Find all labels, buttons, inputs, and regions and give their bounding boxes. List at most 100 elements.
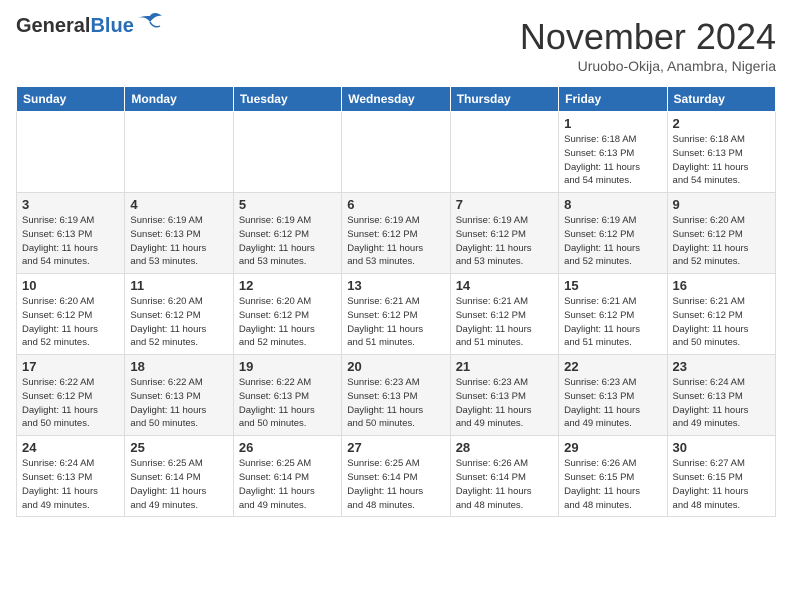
day-info: Sunrise: 6:26 AM Sunset: 6:15 PM Dayligh… (564, 457, 661, 512)
weekday-header-sunday: Sunday (17, 87, 125, 112)
weekday-header-saturday: Saturday (667, 87, 775, 112)
calendar-cell (17, 112, 125, 193)
day-number: 10 (22, 278, 119, 293)
calendar-cell: 25 Sunrise: 6:25 AM Sunset: 6:14 PM Dayli… (125, 436, 233, 517)
calendar-cell: 5 Sunrise: 6:19 AM Sunset: 6:12 PM Daylig… (233, 193, 341, 274)
weekday-header-thursday: Thursday (450, 87, 558, 112)
calendar-week-2: 3 Sunrise: 6:19 AM Sunset: 6:13 PM Daylig… (17, 193, 776, 274)
logo-blue: Blue (90, 15, 133, 37)
calendar-cell: 30 Sunrise: 6:27 AM Sunset: 6:15 PM Dayli… (667, 436, 775, 517)
logo-bird-icon (136, 12, 164, 32)
calendar-cell: 6 Sunrise: 6:19 AM Sunset: 6:12 PM Daylig… (342, 193, 450, 274)
calendar-cell: 10 Sunrise: 6:20 AM Sunset: 6:12 PM Dayli… (17, 274, 125, 355)
day-info: Sunrise: 6:19 AM Sunset: 6:12 PM Dayligh… (347, 214, 444, 269)
weekday-header-monday: Monday (125, 87, 233, 112)
calendar-week-3: 10 Sunrise: 6:20 AM Sunset: 6:12 PM Dayli… (17, 274, 776, 355)
weekday-header-wednesday: Wednesday (342, 87, 450, 112)
day-number: 18 (130, 359, 227, 374)
day-info: Sunrise: 6:19 AM Sunset: 6:12 PM Dayligh… (456, 214, 553, 269)
calendar-cell: 17 Sunrise: 6:22 AM Sunset: 6:12 PM Dayli… (17, 355, 125, 436)
day-number: 8 (564, 197, 661, 212)
calendar-cell: 2Sunrise: 6:18 AM Sunset: 6:13 PM Daylig… (667, 112, 775, 193)
day-number: 9 (673, 197, 770, 212)
day-number: 30 (673, 440, 770, 455)
day-info: Sunrise: 6:24 AM Sunset: 6:13 PM Dayligh… (22, 457, 119, 512)
day-info: Sunrise: 6:20 AM Sunset: 6:12 PM Dayligh… (22, 295, 119, 350)
day-number: 2 (673, 116, 770, 131)
calendar-cell: 18 Sunrise: 6:22 AM Sunset: 6:13 PM Dayli… (125, 355, 233, 436)
calendar-cell (342, 112, 450, 193)
calendar-cell: 12 Sunrise: 6:20 AM Sunset: 6:12 PM Dayli… (233, 274, 341, 355)
day-number: 11 (130, 278, 227, 293)
day-info: Sunrise: 6:22 AM Sunset: 6:13 PM Dayligh… (130, 376, 227, 431)
day-info: Sunrise: 6:22 AM Sunset: 6:13 PM Dayligh… (239, 376, 336, 431)
day-number: 28 (456, 440, 553, 455)
day-number: 24 (22, 440, 119, 455)
weekday-header-friday: Friday (559, 87, 667, 112)
calendar-cell: 14 Sunrise: 6:21 AM Sunset: 6:12 PM Dayli… (450, 274, 558, 355)
day-info: Sunrise: 6:19 AM Sunset: 6:13 PM Dayligh… (130, 214, 227, 269)
day-info: Sunrise: 6:24 AM Sunset: 6:13 PM Dayligh… (673, 376, 770, 431)
calendar-cell: 20Sunrise: 6:23 AM Sunset: 6:13 PM Dayli… (342, 355, 450, 436)
calendar-cell: 7 Sunrise: 6:19 AM Sunset: 6:12 PM Daylig… (450, 193, 558, 274)
calendar-cell: 4 Sunrise: 6:19 AM Sunset: 6:13 PM Daylig… (125, 193, 233, 274)
day-info: Sunrise: 6:23 AM Sunset: 6:13 PM Dayligh… (564, 376, 661, 431)
calendar-cell (450, 112, 558, 193)
calendar-cell: 15Sunrise: 6:21 AM Sunset: 6:12 PM Dayli… (559, 274, 667, 355)
page-header: GeneralBlue November 2024 Uruobo-Okija, … (16, 16, 776, 74)
day-info: Sunrise: 6:25 AM Sunset: 6:14 PM Dayligh… (130, 457, 227, 512)
day-number: 27 (347, 440, 444, 455)
day-info: Sunrise: 6:20 AM Sunset: 6:12 PM Dayligh… (130, 295, 227, 350)
day-info: Sunrise: 6:27 AM Sunset: 6:15 PM Dayligh… (673, 457, 770, 512)
day-number: 13 (347, 278, 444, 293)
day-number: 29 (564, 440, 661, 455)
day-number: 7 (456, 197, 553, 212)
calendar-cell: 19 Sunrise: 6:22 AM Sunset: 6:13 PM Dayli… (233, 355, 341, 436)
day-number: 17 (22, 359, 119, 374)
day-info: Sunrise: 6:25 AM Sunset: 6:14 PM Dayligh… (239, 457, 336, 512)
day-number: 25 (130, 440, 227, 455)
day-info: Sunrise: 6:26 AM Sunset: 6:14 PM Dayligh… (456, 457, 553, 512)
calendar-cell: 21 Sunrise: 6:23 AM Sunset: 6:13 PM Dayli… (450, 355, 558, 436)
location-subtitle: Uruobo-Okija, Anambra, Nigeria (520, 58, 776, 74)
day-number: 4 (130, 197, 227, 212)
day-info: Sunrise: 6:19 AM Sunset: 6:13 PM Dayligh… (22, 214, 119, 269)
day-number: 19 (239, 359, 336, 374)
calendar-cell: 1Sunrise: 6:18 AM Sunset: 6:13 PM Daylig… (559, 112, 667, 193)
title-block: November 2024 Uruobo-Okija, Anambra, Nig… (520, 16, 776, 74)
calendar-cell: 13 Sunrise: 6:21 AM Sunset: 6:12 PM Dayli… (342, 274, 450, 355)
month-title: November 2024 (520, 16, 776, 58)
day-number: 16 (673, 278, 770, 293)
calendar-cell: 3 Sunrise: 6:19 AM Sunset: 6:13 PM Daylig… (17, 193, 125, 274)
day-number: 14 (456, 278, 553, 293)
day-number: 15 (564, 278, 661, 293)
calendar-week-4: 17 Sunrise: 6:22 AM Sunset: 6:12 PM Dayli… (17, 355, 776, 436)
day-info: Sunrise: 6:19 AM Sunset: 6:12 PM Dayligh… (564, 214, 661, 269)
calendar-cell (125, 112, 233, 193)
logo: GeneralBlue (16, 16, 164, 36)
calendar-header: SundayMondayTuesdayWednesdayThursdayFrid… (17, 87, 776, 112)
calendar-cell: 16Sunrise: 6:21 AM Sunset: 6:12 PM Dayli… (667, 274, 775, 355)
calendar-cell: 29 Sunrise: 6:26 AM Sunset: 6:15 PM Dayli… (559, 436, 667, 517)
day-number: 1 (564, 116, 661, 131)
calendar-cell (233, 112, 341, 193)
day-number: 6 (347, 197, 444, 212)
day-number: 3 (22, 197, 119, 212)
day-info: Sunrise: 6:20 AM Sunset: 6:12 PM Dayligh… (239, 295, 336, 350)
day-info: Sunrise: 6:19 AM Sunset: 6:12 PM Dayligh… (239, 214, 336, 269)
day-info: Sunrise: 6:20 AM Sunset: 6:12 PM Dayligh… (673, 214, 770, 269)
calendar-cell: 8 Sunrise: 6:19 AM Sunset: 6:12 PM Daylig… (559, 193, 667, 274)
calendar-week-5: 24 Sunrise: 6:24 AM Sunset: 6:13 PM Dayli… (17, 436, 776, 517)
day-number: 5 (239, 197, 336, 212)
day-number: 21 (456, 359, 553, 374)
calendar-cell: 9 Sunrise: 6:20 AM Sunset: 6:12 PM Daylig… (667, 193, 775, 274)
day-info: Sunrise: 6:21 AM Sunset: 6:12 PM Dayligh… (456, 295, 553, 350)
logo-general: General (16, 15, 90, 37)
day-info: Sunrise: 6:22 AM Sunset: 6:12 PM Dayligh… (22, 376, 119, 431)
calendar-cell: 22Sunrise: 6:23 AM Sunset: 6:13 PM Dayli… (559, 355, 667, 436)
day-number: 12 (239, 278, 336, 293)
calendar-week-1: 1Sunrise: 6:18 AM Sunset: 6:13 PM Daylig… (17, 112, 776, 193)
day-info: Sunrise: 6:21 AM Sunset: 6:12 PM Dayligh… (347, 295, 444, 350)
calendar-cell: 11 Sunrise: 6:20 AM Sunset: 6:12 PM Dayli… (125, 274, 233, 355)
day-info: Sunrise: 6:23 AM Sunset: 6:13 PM Dayligh… (456, 376, 553, 431)
